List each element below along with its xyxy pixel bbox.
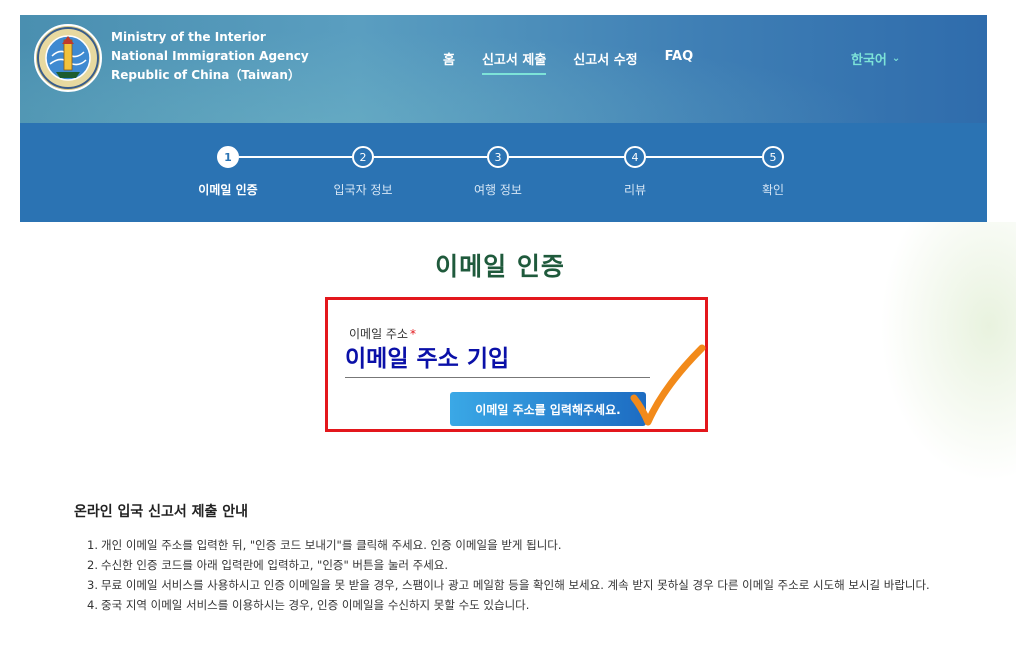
required-mark: *	[410, 327, 417, 341]
guide-item-text: 수신한 인증 코드를 아래 입력란에 입력하고, "인증" 버튼을 눌러 주세요…	[101, 558, 449, 572]
step-4-label: 리뷰	[623, 183, 647, 197]
guide-item: 2. 수신한 인증 코드를 아래 입력란에 입력하고, "인증" 버튼을 눌러 …	[87, 555, 947, 575]
guide-item: 3. 무료 이메일 서비스를 사용하시고 인증 이메일을 못 받을 경우, 스팸…	[87, 575, 947, 595]
checkmark-icon	[630, 344, 706, 426]
step-4-circle[interactable]: 4	[624, 146, 646, 168]
language-selector[interactable]: 한국어 ⌄	[851, 49, 900, 68]
language-label: 한국어	[851, 53, 887, 68]
step-connector-2	[374, 156, 487, 158]
step-2-label: 입국자 정보	[333, 183, 393, 197]
agency-line-2: National Immigration Agency	[111, 49, 309, 63]
step-1-label: 이메일 인증	[198, 183, 258, 197]
progress-stepper: 1 2 3 4 5 이메일 인증 입국자 정보 여행 정보 리뷰 확인	[20, 123, 987, 222]
email-input[interactable]	[345, 340, 650, 378]
step-connector-3	[509, 156, 624, 158]
chevron-down-icon: ⌄	[891, 53, 901, 64]
step-connector-4	[646, 156, 762, 158]
nav-faq[interactable]: FAQ	[665, 49, 694, 75]
guide-item-number: 2.	[87, 558, 98, 572]
site-header: Ministry of the Interior National Immigr…	[20, 15, 987, 123]
guide-item-text: 무료 이메일 서비스를 사용하시고 인증 이메일을 못 받을 경우, 스팸이나 …	[101, 578, 930, 592]
guide-item-number: 3.	[87, 578, 98, 592]
step-5-circle[interactable]: 5	[762, 146, 784, 168]
send-code-button[interactable]: 이메일 주소를 입력해주세요.	[450, 392, 646, 426]
step-3-label: 여행 정보	[474, 183, 522, 197]
agency-emblem-icon	[37, 27, 99, 89]
step-2-circle[interactable]: 2	[352, 146, 374, 168]
nav-submit-declaration[interactable]: 신고서 제출	[481, 49, 547, 75]
page: Ministry of the Interior National Immigr…	[0, 0, 1016, 662]
agency-logo[interactable]	[34, 24, 102, 92]
guide-list: 1. 개인 이메일 주소를 입력한 뒤, "인증 코드 보내기"를 클릭해 주세…	[87, 535, 947, 615]
step-1-circle[interactable]: 1	[217, 146, 239, 168]
guide-title: 온라인 입국 신고서 제출 안내	[74, 504, 249, 520]
agency-name: Ministry of the Interior National Immigr…	[111, 28, 309, 85]
step-connector-1	[239, 156, 352, 158]
guide-item: 4. 중국 지역 이메일 서비스를 이용하시는 경우, 인증 이메일을 수신하지…	[87, 595, 947, 615]
guide-item-text: 개인 이메일 주소를 입력한 뒤, "인증 코드 보내기"를 클릭해 주세요. …	[101, 538, 562, 552]
step-5-label: 확인	[761, 183, 785, 197]
agency-line-3: Republic of China（Taiwan）	[111, 68, 300, 82]
main-nav: 홈 신고서 제출 신고서 수정 FAQ	[443, 49, 720, 75]
agency-line-1: Ministry of the Interior	[111, 30, 266, 44]
guide-item-number: 1.	[87, 538, 98, 552]
page-title: 이메일 인증	[435, 252, 565, 281]
guide-item-number: 4.	[87, 598, 98, 612]
step-3-circle[interactable]: 3	[487, 146, 509, 168]
guide-item-text: 중국 지역 이메일 서비스를 이용하시는 경우, 인증 이메일을 수신하지 못할…	[101, 598, 530, 612]
nav-edit-declaration[interactable]: 신고서 수정	[573, 49, 637, 75]
nav-home[interactable]: 홈	[443, 49, 455, 75]
email-label-text: 이메일 주소	[349, 327, 409, 341]
guide-item: 1. 개인 이메일 주소를 입력한 뒤, "인증 코드 보내기"를 클릭해 주세…	[87, 535, 947, 555]
